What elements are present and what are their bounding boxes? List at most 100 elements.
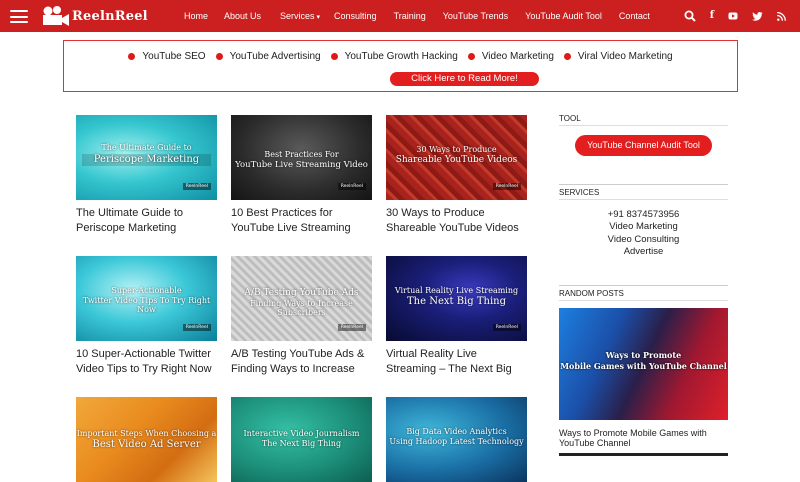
service-advertise-link[interactable]: Advertise <box>559 246 728 258</box>
post-title[interactable]: 30 Ways to Produce Shareable YouTube Vid… <box>386 206 527 236</box>
facebook-icon[interactable]: f <box>710 11 714 21</box>
sidebar-heading-services: SERVICES <box>559 188 728 200</box>
tag-youtube-growth-hacking[interactable]: YouTube Growth Hacking <box>330 51 458 62</box>
topic-tag-list: YouTube SEO YouTube Advertising YouTube … <box>64 51 737 62</box>
random-post-caption-line2: Mobile Games with YouTube Channel <box>560 361 727 371</box>
hamburger-menu-icon[interactable] <box>10 10 28 23</box>
thumbnail-brand-badge: ReelnReel <box>182 183 211 190</box>
nav-contact[interactable]: Contact <box>619 11 650 21</box>
post-thumbnail[interactable]: Virtual Reality Live Streaming The Next … <box>386 256 527 341</box>
thumbnail-caption-small: A/B Testing YouTube Ads <box>244 288 359 298</box>
random-post-thumbnail[interactable]: Ways to Promote Mobile Games with YouTub… <box>559 308 728 420</box>
service-video-consulting-link[interactable]: Video Consulting <box>559 234 728 246</box>
post-thumbnail[interactable]: The Ultimate Guide to Periscope Marketin… <box>76 115 217 200</box>
youtube-icon[interactable] <box>728 11 738 21</box>
sidebar-divider <box>559 285 728 286</box>
thumbnail-caption: The Ultimate Guide to Periscope Marketin… <box>76 143 217 167</box>
post-thumbnail[interactable]: Best Practices For YouTube Live Streamin… <box>231 115 372 200</box>
nav-icons: f <box>684 0 786 32</box>
thumbnail-brand-badge: ReelnReel <box>337 324 366 331</box>
nav-training[interactable]: Training <box>394 11 426 21</box>
thumbnail-caption: Virtual Reality Live Streaming The Next … <box>386 286 527 308</box>
bullet-dot-icon <box>330 53 338 60</box>
thumbnail-caption: Super-Actionable Twitter Video Tips To T… <box>76 286 217 315</box>
tag-label: YouTube Growth Hacking <box>344 51 458 62</box>
post-thumbnail[interactable]: Big Data Video Analytics Using Hadoop La… <box>386 397 527 482</box>
thumbnail-caption-small: 30 Ways to Produce <box>416 145 497 154</box>
thumbnail-caption: Important Steps When Choosing a Best Vid… <box>76 429 217 451</box>
nav-youtube-audit-tool[interactable]: YouTube Audit Tool <box>525 11 602 21</box>
twitter-icon[interactable] <box>752 11 763 21</box>
bullet-dot-icon <box>563 53 571 60</box>
tag-video-marketing[interactable]: Video Marketing <box>467 51 554 62</box>
nav-about-us[interactable]: About Us <box>224 11 261 21</box>
thumbnail-caption-big: Twitter Video Tips To Try Right Now <box>82 295 211 315</box>
thumbnail-caption: Interactive Video Journalism The Next Bi… <box>231 429 372 448</box>
thumbnail-caption-small: Interactive Video Journalism <box>243 429 360 438</box>
thumbnail-caption-big: Best Video Ad Server <box>92 438 201 450</box>
thumbnail-caption: Best Practices For YouTube Live Streamin… <box>231 150 372 170</box>
tag-youtube-advertising[interactable]: YouTube Advertising <box>215 51 321 62</box>
rss-icon[interactable] <box>777 11 786 21</box>
site-logo[interactable]: ReelnReel <box>40 4 148 28</box>
topic-tags-box: YouTube SEO YouTube Advertising YouTube … <box>63 40 738 92</box>
post-title[interactable]: 10 Super-Actionable Twitter Video Tips t… <box>76 347 217 377</box>
bullet-dot-icon <box>128 53 136 60</box>
post-thumbnail[interactable]: Important Steps When Choosing a Best Vid… <box>76 397 217 482</box>
thumbnail-caption-small: The Ultimate Guide to <box>101 143 192 152</box>
random-post-thumbnail-caption: Ways to Promote Mobile Games with YouTub… <box>559 350 728 372</box>
post-thumbnail[interactable]: Super-Actionable Twitter Video Tips To T… <box>76 256 217 341</box>
sidebar-divider <box>559 184 728 185</box>
thumbnail-caption-big: Finding Ways to Increase Subscribers <box>250 298 353 318</box>
thumbnail-brand-badge: ReelnReel <box>182 324 211 331</box>
thumbnail-caption-small: Virtual Reality Live Streaming <box>394 286 519 295</box>
post-title[interactable]: Virtual Reality Live Streaming – The Nex… <box>386 347 527 377</box>
read-more-button[interactable]: Click Here to Read More! <box>390 72 539 86</box>
thumbnail-caption-big: Using Hadoop Latest Technology <box>389 436 524 446</box>
nav-consulting[interactable]: Consulting <box>334 11 377 21</box>
post-thumbnail[interactable]: 30 Ways to Produce Shareable YouTube Vid… <box>386 115 527 200</box>
post-title[interactable]: The Ultimate Guide to Periscope Marketin… <box>76 206 217 236</box>
tag-label: Video Marketing <box>481 51 554 62</box>
top-nav-bar: ReelnReel Home About Us Services Consult… <box>0 0 800 32</box>
nav-services[interactable]: Services <box>280 11 320 21</box>
thumbnail-caption: A/B Testing YouTube Ads Finding Ways to … <box>231 288 372 318</box>
tag-label: YouTube Advertising <box>229 51 321 62</box>
tag-viral-video-marketing[interactable]: Viral Video Marketing <box>563 51 673 62</box>
thumbnail-caption-small: Best Practices For <box>264 150 339 159</box>
random-post-title[interactable]: Ways to Promote Mobile Games with YouTub… <box>559 428 728 448</box>
post-title[interactable]: A/B Testing YouTube Ads & Finding Ways t… <box>231 347 372 377</box>
nav-youtube-trends[interactable]: YouTube Trends <box>443 11 508 21</box>
thumbnail-caption: Big Data Video Analytics Using Hadoop La… <box>386 427 527 446</box>
logo-text: ReelnReel <box>72 8 148 24</box>
sidebar-heading-tool: TOOL <box>559 114 728 126</box>
thumbnail-brand-badge: ReelnReel <box>492 183 521 190</box>
tag-label: Viral Video Marketing <box>577 51 673 62</box>
thumbnail-caption-small: Important Steps When Choosing a <box>76 429 217 438</box>
thumbnail-caption-big: The Next Big Thing <box>261 438 342 448</box>
thumbnail-caption: 30 Ways to Produce Shareable YouTube Vid… <box>386 145 527 165</box>
random-post-caption-line1: Ways to Promote <box>605 350 682 360</box>
service-phone-link[interactable]: +91 8374573956 <box>559 209 728 221</box>
thumbnail-caption-big: Shareable YouTube Videos <box>395 154 518 165</box>
thumbnail-brand-badge: ReelnReel <box>492 324 521 331</box>
post-title[interactable]: 10 Best Practices for YouTube Live Strea… <box>231 206 372 236</box>
services-list: +91 8374573956 Video Marketing Video Con… <box>559 209 728 258</box>
thumbnail-caption-big: Periscope Marketing <box>82 153 211 166</box>
thumbnail-caption-big: The Next Big Thing <box>407 295 506 307</box>
post-thumbnail[interactable]: A/B Testing YouTube Ads Finding Ways to … <box>231 256 372 341</box>
nav-home[interactable]: Home <box>184 11 208 21</box>
service-video-marketing-link[interactable]: Video Marketing <box>559 221 728 233</box>
thumbnail-caption-small: Super-Actionable <box>111 286 182 295</box>
youtube-channel-audit-tool-button[interactable]: YouTube Channel Audit Tool <box>575 135 712 156</box>
search-icon[interactable] <box>684 10 696 22</box>
post-thumbnail[interactable]: Interactive Video Journalism The Next Bi… <box>231 397 372 482</box>
thumbnail-brand-badge: ReelnReel <box>337 183 366 190</box>
tag-youtube-seo[interactable]: YouTube SEO <box>128 51 206 62</box>
tag-label: YouTube SEO <box>142 51 206 62</box>
thumbnail-caption-small: Big Data Video Analytics <box>406 427 507 436</box>
bullet-dot-icon <box>215 53 223 60</box>
film-camera-icon <box>43 6 69 26</box>
main-nav: Home About Us Services Consulting Traini… <box>184 0 650 32</box>
sidebar-heading-random-posts: RANDOM POSTS <box>559 289 728 301</box>
